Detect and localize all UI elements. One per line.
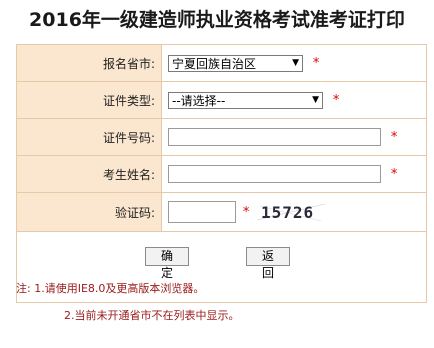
province-label: 报名省市:	[16, 44, 162, 82]
page-title: 2016年一级建造师执业资格考试准考证打印	[29, 9, 405, 31]
captcha-image[interactable]: 15726	[255, 200, 330, 224]
required-mark: *	[242, 204, 250, 220]
id-type-select-value: --请选择--	[172, 93, 226, 108]
back-button[interactable]: 返 回	[246, 247, 290, 280]
chevron-down-icon: ▼	[292, 58, 299, 68]
admission-ticket-form: 报名省市: 宁夏回族自治区 ▼ * 证件类型: --请选择-- ▼ * 证件号码…	[16, 44, 427, 303]
captcha-input[interactable]	[168, 201, 236, 223]
required-mark: *	[312, 55, 320, 71]
id-number-label: 证件号码:	[16, 118, 162, 156]
name-input[interactable]	[168, 165, 381, 183]
province-select[interactable]: 宁夏回族自治区 ▼	[168, 54, 303, 72]
id-type-label: 证件类型:	[16, 81, 162, 119]
required-mark: *	[332, 92, 340, 108]
confirm-button[interactable]: 确 定	[145, 247, 189, 280]
id-number-input[interactable]	[168, 128, 381, 146]
note-province: 2.当前未开通省市不在列表中显示。	[64, 309, 240, 322]
captcha-label: 验证码:	[16, 192, 162, 232]
required-mark: *	[390, 129, 398, 145]
captcha-text: 15726	[261, 203, 314, 222]
chevron-down-icon: ▼	[312, 95, 319, 105]
name-label: 考生姓名:	[16, 155, 162, 193]
id-type-select[interactable]: --请选择-- ▼	[168, 91, 323, 109]
note-browser: 注: 1.请使用IE8.0及更高版本浏览器。	[16, 282, 205, 295]
province-select-value: 宁夏回族自治区	[172, 56, 257, 71]
required-mark: *	[390, 166, 398, 182]
